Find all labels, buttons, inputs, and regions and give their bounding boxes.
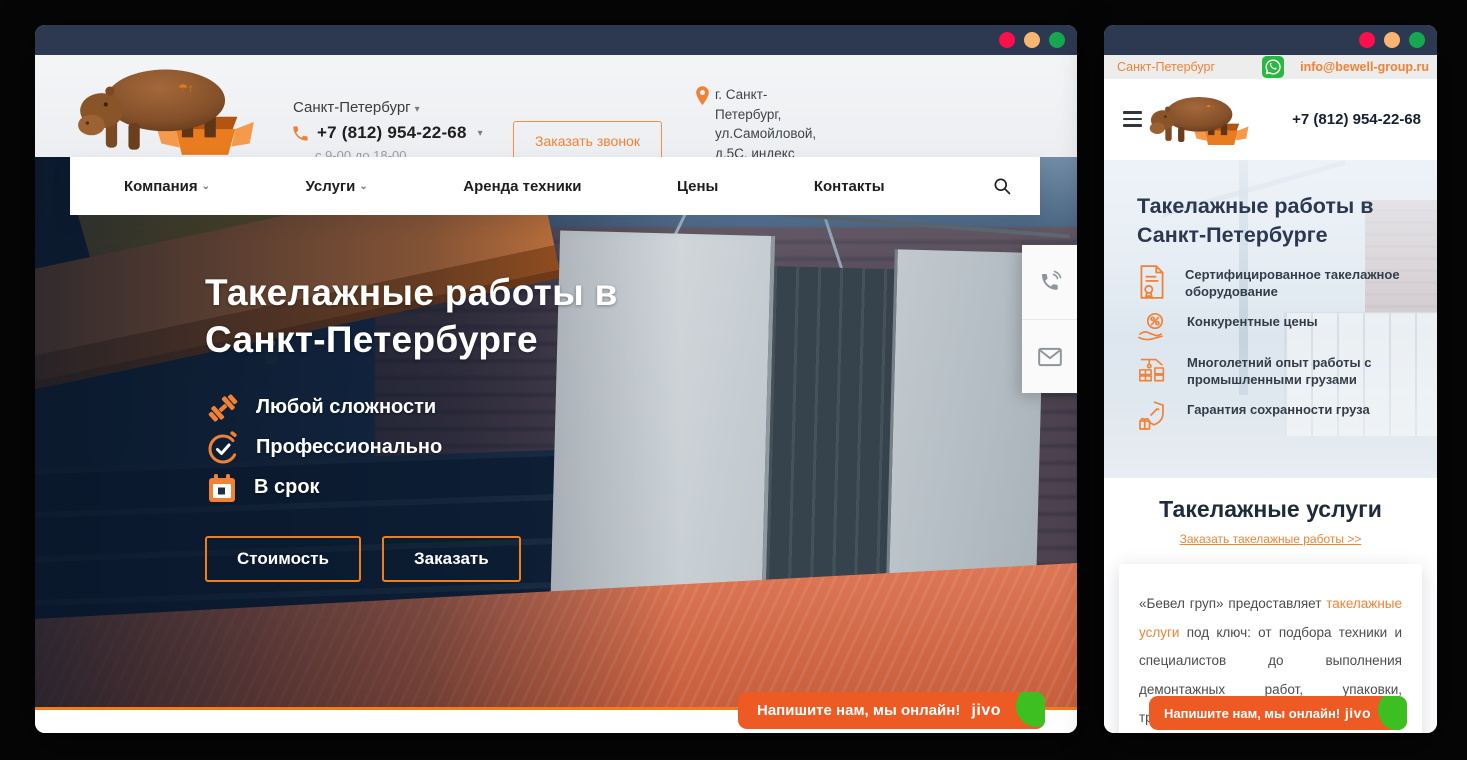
- search-icon: [992, 176, 1012, 196]
- jivo-chat-widget[interactable]: Напишите нам, мы онлайн! jivo: [738, 692, 1045, 729]
- phone-icon: [1037, 269, 1063, 295]
- feature-certified-equipment: Сертифицированное такелажное оборудовани…: [1137, 266, 1417, 300]
- chat-message: Напишите нам, мы онлайн!: [1164, 706, 1340, 721]
- email-widget-button[interactable]: [1022, 319, 1077, 393]
- mobile-header: ☂↑ +7 (812) 954-22-68: [1104, 79, 1437, 160]
- close-button[interactable]: [999, 32, 1015, 48]
- percent-hand-icon: [1137, 311, 1169, 341]
- feature-on-time: В срок: [205, 469, 618, 506]
- nav-item-contacts[interactable]: Контакты: [814, 178, 885, 195]
- svg-text:☂↑: ☂↑: [1206, 105, 1215, 112]
- feature-cargo-safety: Гарантия сохранности груза: [1137, 401, 1417, 431]
- feature-competitive-prices: Конкурентные цены: [1137, 313, 1417, 341]
- floating-contact-panel: [1022, 245, 1077, 393]
- feature-any-complexity: Любой сложности: [205, 389, 618, 426]
- hero-feature-list: Сертифицированное такелажное оборудовани…: [1137, 266, 1417, 431]
- hero-title: Такелажные работы в Санкт-Петербурге: [1137, 192, 1417, 250]
- city-selector[interactable]: Санкт-Петербург ▾: [293, 99, 420, 116]
- chevron-down-icon[interactable]: ▾: [478, 128, 483, 139]
- chevron-down-icon: ▾: [415, 104, 420, 115]
- nav-item-label: Аренда техники: [463, 178, 581, 195]
- nav-item-label: Компания: [124, 178, 198, 195]
- nav-item-prices[interactable]: Цены: [677, 178, 718, 195]
- city-label[interactable]: Санкт-Петербург: [1117, 60, 1215, 74]
- desktop-browser-window: ☂↑ Санкт-Петербург ▾ +7 (812) 954-22-68 ▾…: [35, 25, 1077, 733]
- desktop-titlebar: [35, 25, 1077, 55]
- jivo-logo: jivo: [971, 702, 1001, 720]
- jivo-leaf-icon: [1378, 696, 1407, 730]
- feature-industrial-experience: Многолетний опыт работы с промышленными …: [1137, 354, 1417, 388]
- nav-item-company[interactable]: Компания ⌄: [124, 178, 210, 195]
- maximize-button[interactable]: [1049, 32, 1065, 48]
- city-label: Санкт-Петербург: [293, 99, 411, 116]
- services-title: Такелажные услуги: [1104, 478, 1437, 523]
- order-rigging-link[interactable]: Заказать такелажные работы >>: [1180, 532, 1362, 546]
- minimize-button[interactable]: [1384, 32, 1400, 48]
- hero-feature-list: Любой сложности Профессионально В срок: [205, 389, 618, 506]
- nav-item-label: Услуги: [306, 178, 356, 195]
- certificate-icon: [1137, 264, 1167, 300]
- hippo-logo-icon: ☂↑: [75, 57, 260, 155]
- jivo-logo: jivo: [1345, 705, 1371, 721]
- request-call-button[interactable]: Заказать звонок: [513, 121, 662, 161]
- close-button[interactable]: [1359, 32, 1375, 48]
- nav-item-label: Контакты: [814, 178, 885, 195]
- logo[interactable]: ☂↑: [1148, 89, 1252, 151]
- clock-check-icon: [205, 430, 241, 466]
- jivo-leaf-icon: [1016, 692, 1045, 727]
- maximize-button[interactable]: [1409, 32, 1425, 48]
- phone-number[interactable]: +7 (812) 954-22-68: [1292, 111, 1421, 128]
- mobile-topbar: Санкт-Петербург info@bewell-group.ru: [1104, 55, 1437, 79]
- minimize-button[interactable]: [1024, 32, 1040, 48]
- mobile-browser-window: Санкт-Петербург info@bewell-group.ru: [1104, 25, 1437, 733]
- calendar-icon: [205, 471, 239, 505]
- chat-message: Напишите нам, мы онлайн!: [757, 702, 960, 719]
- order-button[interactable]: Заказать: [382, 536, 521, 582]
- chevron-down-icon: ⌄: [359, 181, 367, 192]
- callback-widget-button[interactable]: [1022, 245, 1077, 319]
- mail-icon: [1037, 346, 1063, 368]
- whatsapp-icon: [1262, 56, 1284, 78]
- site-header: ☂↑ Санкт-Петербург ▾ +7 (812) 954-22-68 ▾…: [35, 55, 1077, 157]
- jivo-chat-widget[interactable]: Напишите нам, мы онлайн! jivo: [1149, 696, 1407, 730]
- logo[interactable]: ☂↑: [75, 57, 260, 160]
- hero-title: Такелажные работы в Санкт-Петербурге: [205, 269, 618, 363]
- hamburger-menu-button[interactable]: [1123, 111, 1142, 131]
- main-navigation: Компания⌄ Услуги⌄ Аренда техники Цены Ко…: [70, 157, 1040, 215]
- cost-button[interactable]: Стоимость: [205, 536, 361, 582]
- hippo-logo-icon: ☂↑: [1148, 89, 1252, 146]
- crane-cargo-icon: [1137, 352, 1169, 384]
- feature-professional: Профессионально: [205, 429, 618, 466]
- chevron-down-icon: ⌄: [202, 181, 210, 192]
- location-pin-icon: [693, 85, 712, 108]
- whatsapp-button[interactable]: [1262, 56, 1284, 78]
- services-section: Такелажные услуги Заказать такелажные ра…: [1104, 478, 1437, 733]
- mobile-hero-section: Такелажные работы в Санкт-Петербурге Сер…: [1104, 160, 1437, 478]
- nav-item-label: Цены: [677, 178, 718, 195]
- nav-item-services[interactable]: Услуги⌄: [306, 178, 368, 195]
- nav-item-equipment-rental[interactable]: Аренда техники: [463, 178, 581, 195]
- email-link[interactable]: info@bewell-group.ru: [1300, 60, 1429, 74]
- svg-text:☂↑: ☂↑: [178, 83, 194, 95]
- search-button[interactable]: [992, 176, 1012, 196]
- phone-number[interactable]: +7 (812) 954-22-68: [317, 123, 467, 143]
- phone-icon: [291, 124, 310, 143]
- mobile-titlebar: [1104, 25, 1437, 55]
- dumbbell-icon: [205, 390, 241, 426]
- hero-section: Такелажные работы в Санкт-Петербурге Люб…: [35, 157, 1077, 707]
- cargo-safety-icon: [1137, 399, 1169, 431]
